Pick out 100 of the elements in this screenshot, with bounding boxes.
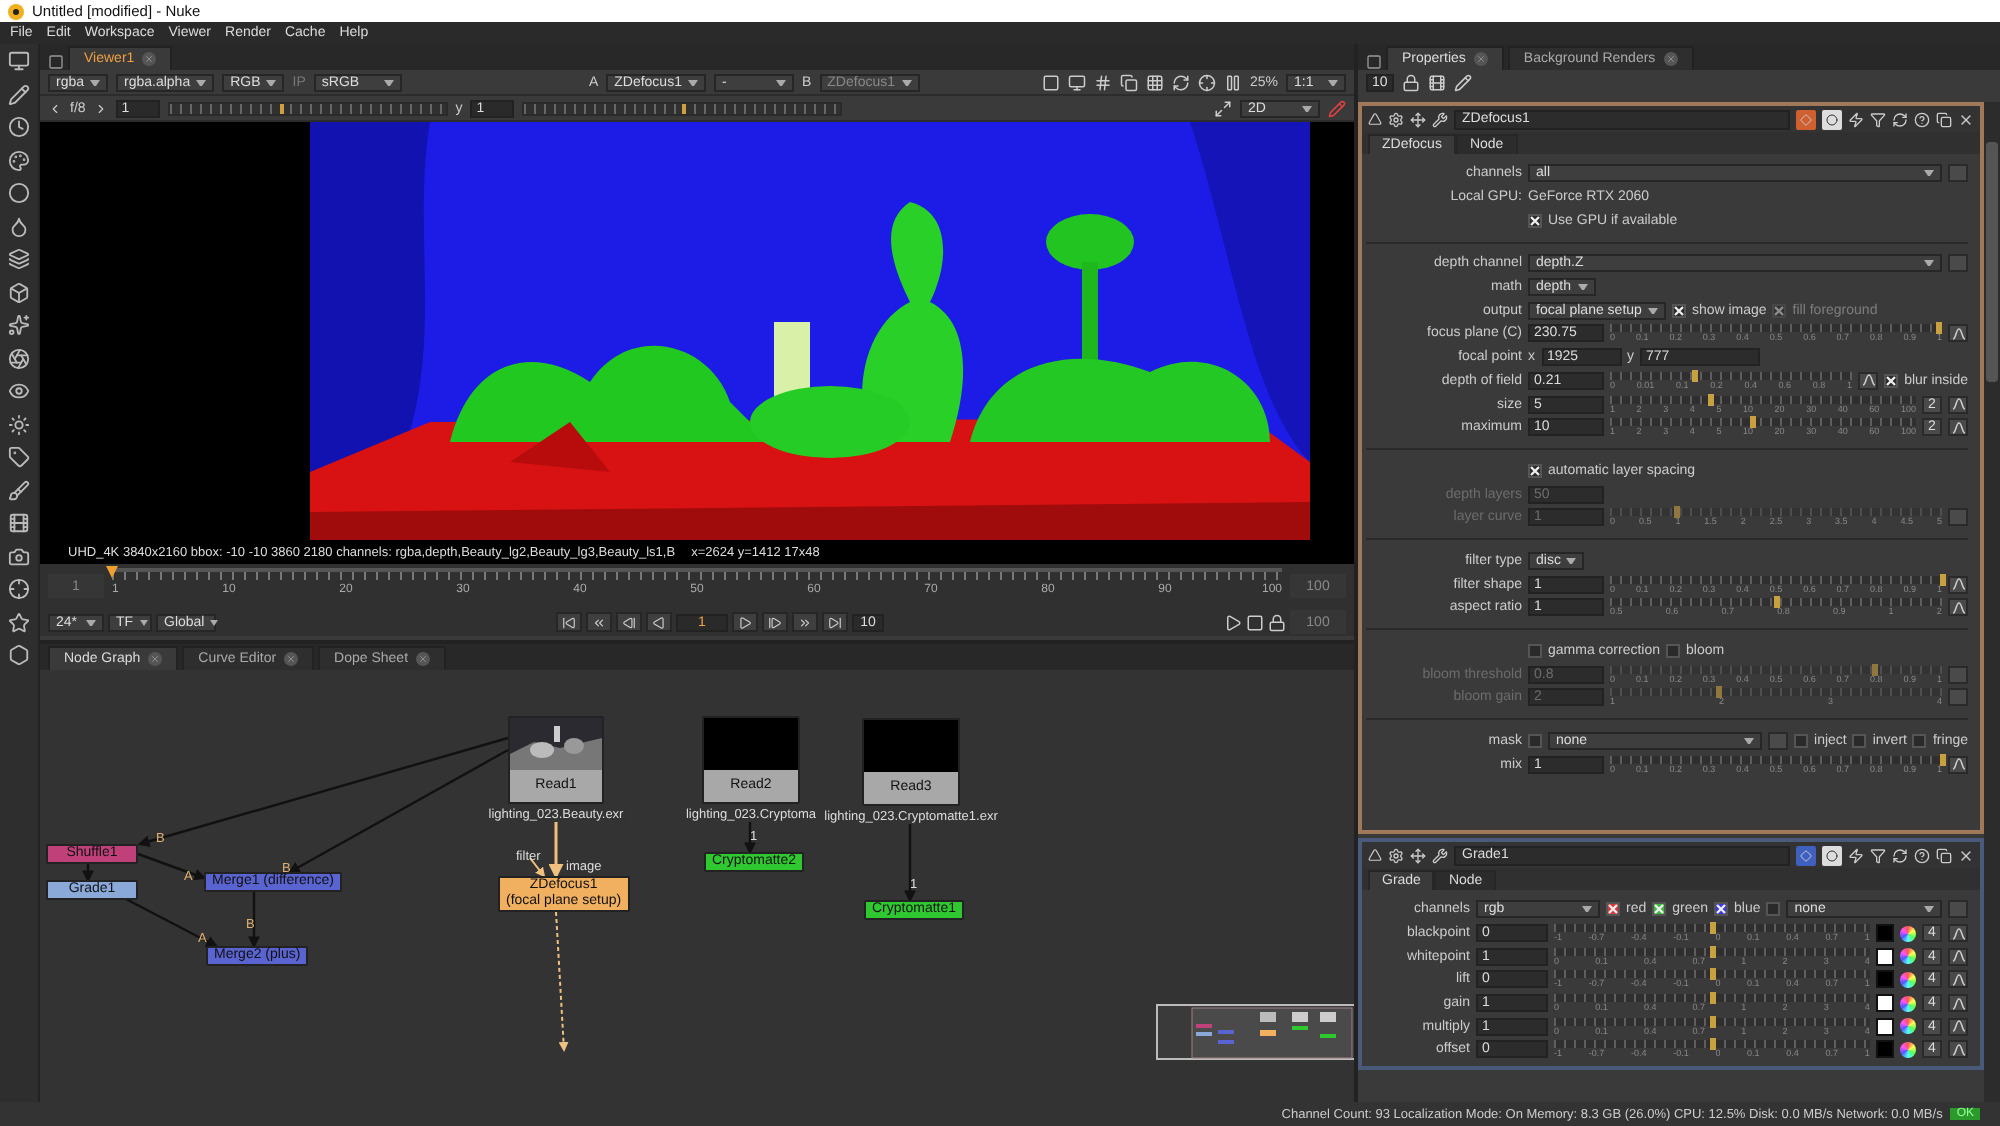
step-back-button[interactable] xyxy=(616,612,642,632)
close-icon[interactable] xyxy=(142,52,157,66)
settings-icon[interactable] xyxy=(1388,847,1404,863)
slider-track[interactable] xyxy=(1554,1017,1870,1026)
star-icon[interactable] xyxy=(8,611,30,633)
crosshair-icon[interactable] xyxy=(8,578,30,600)
step-forward-button[interactable] xyxy=(762,612,788,632)
close-icon[interactable] xyxy=(416,652,431,666)
checkbox[interactable] xyxy=(1794,734,1809,749)
sparkles-icon[interactable] xyxy=(8,314,30,336)
color-button[interactable] xyxy=(1822,109,1842,129)
zap-icon[interactable] xyxy=(1848,111,1864,127)
move-icon[interactable] xyxy=(1410,111,1426,127)
slider-thumb[interactable] xyxy=(1709,945,1715,958)
slider-track[interactable] xyxy=(1554,1040,1870,1049)
panel-menu-icon[interactable] xyxy=(48,54,64,70)
gain-slider[interactable] xyxy=(167,101,448,115)
color-button[interactable] xyxy=(1796,109,1816,129)
checkbox[interactable] xyxy=(1666,644,1681,659)
slider-track[interactable] xyxy=(1554,994,1870,1003)
settings-icon[interactable] xyxy=(1388,111,1404,127)
region-icon[interactable] xyxy=(1214,99,1232,117)
slider-thumb[interactable] xyxy=(1709,992,1715,1005)
monitor-icon[interactable] xyxy=(1067,73,1086,91)
float-icon[interactable] xyxy=(1936,847,1952,863)
curve-button[interactable] xyxy=(1948,1040,1968,1059)
checkbox[interactable] xyxy=(1528,644,1542,659)
slider-track[interactable] xyxy=(1554,924,1870,933)
panel-menu-icon[interactable] xyxy=(1366,54,1382,70)
crosshair-icon[interactable] xyxy=(1197,73,1216,91)
slider-thumb[interactable] xyxy=(279,103,284,113)
slider-track[interactable] xyxy=(1610,598,1942,607)
color-button[interactable] xyxy=(1796,845,1816,865)
color-swatch[interactable] xyxy=(1876,924,1894,943)
copy-icon[interactable] xyxy=(1119,73,1138,91)
close-icon[interactable] xyxy=(1473,52,1488,66)
color-swatch[interactable] xyxy=(1876,1040,1894,1059)
sun-icon[interactable] xyxy=(8,413,30,435)
slider-thumb[interactable] xyxy=(1707,393,1714,406)
grid-icon[interactable] xyxy=(1145,73,1164,91)
film-icon[interactable] xyxy=(8,512,30,534)
collapse-icon[interactable] xyxy=(1368,112,1382,126)
eye-icon[interactable] xyxy=(8,380,30,402)
circle-icon[interactable] xyxy=(8,182,30,204)
checkbox[interactable] xyxy=(1884,373,1899,388)
filter-icon[interactable] xyxy=(1870,847,1886,863)
checkbox[interactable] xyxy=(1671,303,1686,318)
collapse-icon[interactable] xyxy=(1368,848,1382,862)
skip-start-button[interactable] xyxy=(556,612,582,632)
slider-thumb[interactable] xyxy=(1939,753,1945,766)
color-swatch[interactable] xyxy=(1876,1017,1894,1036)
help-icon[interactable] xyxy=(1914,111,1930,127)
slider-thumb[interactable] xyxy=(1691,369,1698,382)
monitor-icon[interactable] xyxy=(8,50,30,72)
chevron-right-icon[interactable] xyxy=(93,101,108,115)
color-button[interactable] xyxy=(1822,845,1842,865)
skip-end-button[interactable] xyxy=(822,612,848,632)
stop-icon[interactable] xyxy=(1246,613,1264,631)
cube-icon[interactable] xyxy=(8,281,30,303)
square-icon[interactable] xyxy=(1041,73,1060,91)
pencil-icon[interactable] xyxy=(8,83,30,105)
curve-button[interactable] xyxy=(1948,395,1968,414)
layers-icon[interactable] xyxy=(8,248,30,270)
checkbox[interactable] xyxy=(1852,734,1867,749)
zap-icon[interactable] xyxy=(1848,847,1864,863)
film-icon[interactable] xyxy=(1427,73,1446,91)
help-icon[interactable] xyxy=(1914,847,1930,863)
slider-thumb[interactable] xyxy=(1709,1015,1715,1028)
slider-track[interactable] xyxy=(1610,418,1916,427)
float-icon[interactable] xyxy=(1936,111,1952,127)
play-button[interactable] xyxy=(732,612,758,632)
move-icon[interactable] xyxy=(1410,847,1426,863)
checkbox[interactable] xyxy=(1912,734,1927,749)
checkbox[interactable] xyxy=(1766,902,1781,917)
pencil-icon[interactable] xyxy=(1453,73,1472,91)
slider-thumb[interactable] xyxy=(1935,322,1942,335)
previous-keyframe-button[interactable] xyxy=(586,612,612,632)
pause-icon[interactable] xyxy=(1223,73,1242,91)
curve-button[interactable] xyxy=(1948,947,1968,966)
aperture-icon[interactable] xyxy=(8,347,30,369)
gamma-slider[interactable] xyxy=(522,101,843,115)
curve-button[interactable] xyxy=(1948,970,1968,989)
slider-thumb[interactable] xyxy=(1939,573,1945,586)
close-icon[interactable] xyxy=(284,652,299,666)
close-icon[interactable] xyxy=(1663,52,1678,66)
color-swatch[interactable] xyxy=(1876,994,1894,1013)
hexagon-icon[interactable] xyxy=(8,644,30,666)
curve-button[interactable] xyxy=(1948,575,1968,594)
curve-button[interactable] xyxy=(1948,1017,1968,1036)
close-icon[interactable] xyxy=(1958,847,1974,863)
lock-icon[interactable] xyxy=(1268,613,1286,631)
wrench-icon[interactable] xyxy=(1432,847,1448,863)
slider-thumb[interactable] xyxy=(1709,922,1715,935)
chevron-left-icon[interactable] xyxy=(48,101,62,115)
slider-thumb[interactable] xyxy=(682,103,687,113)
lock-icon[interactable] xyxy=(1401,73,1420,91)
color-swatch[interactable] xyxy=(1876,970,1894,989)
curve-button[interactable] xyxy=(1948,324,1968,343)
color-swatch[interactable] xyxy=(1876,947,1894,966)
checkbox[interactable] xyxy=(1652,902,1667,917)
